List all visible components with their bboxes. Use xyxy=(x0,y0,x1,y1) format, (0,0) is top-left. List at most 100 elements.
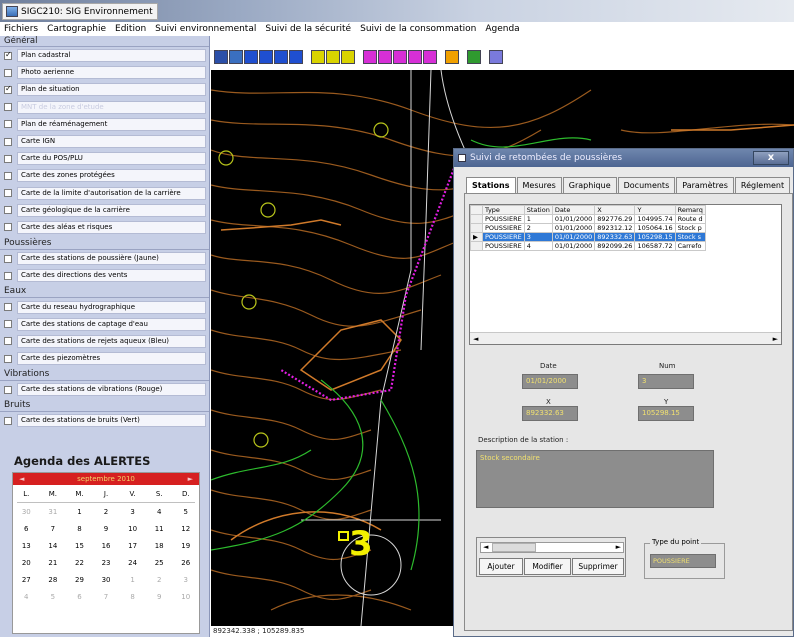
zoom-out-icon[interactable] xyxy=(274,50,288,64)
tab-5[interactable]: Réglement xyxy=(734,177,791,193)
layer-item-general-0[interactable]: Plan cadastral xyxy=(0,47,209,64)
layer-item-vibrations-0[interactable]: Carte des stations de vibrations (Rouge) xyxy=(0,381,209,398)
calendar-day[interactable]: 6 xyxy=(66,593,93,601)
layer-checkbox[interactable] xyxy=(4,206,12,215)
layer-item-eaux-2[interactable]: Carte des stations de rejets aqueux (Ble… xyxy=(0,333,209,350)
layer-item-general-7[interactable]: Carte des zones protégées xyxy=(0,167,209,184)
menu-suivi-consommation[interactable]: Suivi de la consommation xyxy=(360,24,476,34)
calendar-day[interactable]: 29 xyxy=(66,576,93,584)
table-row[interactable]: POUSSIERE 1 01/01/2000 892776.29 104995.74 Ro… xyxy=(470,214,706,224)
station-water-icon[interactable] xyxy=(378,50,392,64)
layer-item-bruits-0[interactable]: Carte des stations de bruits (Vert) xyxy=(0,412,209,429)
layer-item-general-1[interactable]: Photo aerienne xyxy=(0,64,209,81)
report-icon[interactable] xyxy=(467,50,481,64)
calendar-day[interactable]: 11 xyxy=(146,525,173,533)
layer-checkbox[interactable] xyxy=(4,171,12,180)
column-header[interactable]: Y xyxy=(634,205,676,215)
save-icon[interactable] xyxy=(214,50,228,64)
table-row[interactable]: POUSSIERE 4 01/01/2000 892099.26 106587.72 Ca… xyxy=(470,241,706,251)
pan-icon[interactable] xyxy=(289,50,303,64)
calendar-day[interactable]: 14 xyxy=(40,542,67,550)
menu-suivi-securite[interactable]: Suivi de la sécurité xyxy=(265,24,351,34)
layer-checkbox[interactable] xyxy=(4,223,12,232)
calendar-day[interactable]: 12 xyxy=(172,525,199,533)
station-other-icon[interactable] xyxy=(423,50,437,64)
x-field[interactable]: 892332.63 xyxy=(522,406,578,421)
calendar-day[interactable]: 4 xyxy=(13,593,40,601)
calendar-day[interactable]: 1 xyxy=(66,508,93,516)
date-field[interactable]: 01/01/2000 xyxy=(522,374,578,389)
scroll-left-icon[interactable]: ◄ xyxy=(483,543,488,551)
layer-item-poussieres-0[interactable]: Carte des stations de poussière (Jaune) xyxy=(0,250,209,267)
calendar-day[interactable]: 3 xyxy=(172,576,199,584)
select-icon[interactable] xyxy=(326,50,340,64)
calendar-day[interactable]: 17 xyxy=(119,542,146,550)
point-type-field[interactable]: POUSSIERE xyxy=(650,554,716,568)
identify-icon[interactable] xyxy=(311,50,325,64)
calendar-day[interactable]: 16 xyxy=(93,542,120,550)
calendar-day[interactable]: 10 xyxy=(172,593,199,601)
delete-button[interactable]: Supprimer xyxy=(572,558,624,575)
tab-2[interactable]: Graphique xyxy=(562,177,617,193)
print-icon[interactable] xyxy=(229,50,243,64)
calendar-day[interactable]: 24 xyxy=(119,559,146,567)
calendar-day[interactable]: 9 xyxy=(146,593,173,601)
layer-checkbox[interactable] xyxy=(4,271,12,280)
layer-item-general-3[interactable]: MNT de la zone d'etude xyxy=(0,99,209,116)
calendar-day[interactable]: 18 xyxy=(146,542,173,550)
scroll-left-icon[interactable]: ◄ xyxy=(473,335,478,343)
layer-item-poussieres-1[interactable]: Carte des directions des vents xyxy=(0,267,209,284)
layer-checkbox[interactable] xyxy=(4,320,12,329)
tab-0[interactable]: Stations xyxy=(466,177,516,193)
layer-checkbox[interactable] xyxy=(4,137,12,146)
calendar-day[interactable]: 9 xyxy=(93,525,120,533)
column-header[interactable]: Station xyxy=(523,205,553,215)
calendar-day[interactable]: 2 xyxy=(146,576,173,584)
tab-1[interactable]: Mesures xyxy=(516,177,562,193)
calendar-day[interactable]: 27 xyxy=(13,576,40,584)
layer-checkbox[interactable] xyxy=(4,154,12,163)
layer-item-general-9[interactable]: Carte géologique de la carrière xyxy=(0,202,209,219)
calendar-day[interactable]: 2 xyxy=(93,508,120,516)
station-noise-icon[interactable] xyxy=(408,50,422,64)
station-vibration-icon[interactable] xyxy=(393,50,407,64)
add-button[interactable]: Ajouter xyxy=(479,558,523,575)
calendar-day[interactable]: 28 xyxy=(40,576,67,584)
column-header[interactable]: Date xyxy=(551,205,596,215)
description-field[interactable]: Stock secondaire xyxy=(476,450,714,508)
record-scrollbar[interactable]: ◄ ► xyxy=(480,542,624,553)
scrollbar-thumb[interactable] xyxy=(492,543,536,552)
measure-icon[interactable] xyxy=(341,50,355,64)
modify-button[interactable]: Modifier xyxy=(524,558,571,575)
calendar-prev-button[interactable]: ◄ xyxy=(19,475,24,483)
menu-edition[interactable]: Edition xyxy=(115,24,146,34)
calendar-day[interactable]: 20 xyxy=(13,559,40,567)
calendar-day[interactable]: 30 xyxy=(13,508,40,516)
layer-item-general-2[interactable]: Plan de situation xyxy=(0,81,209,98)
calendar-day[interactable]: 22 xyxy=(66,559,93,567)
layer-checkbox[interactable] xyxy=(4,303,12,312)
calendar-day[interactable]: 1 xyxy=(119,576,146,584)
layer-checkbox[interactable] xyxy=(4,337,12,346)
dialog-title-bar[interactable]: Suivi de retombées de poussières x xyxy=(454,149,793,167)
calendar-next-button[interactable]: ► xyxy=(188,475,193,483)
close-button[interactable]: x xyxy=(753,151,789,165)
layer-item-general-8[interactable]: Carte de la limite d'autorisation de la … xyxy=(0,185,209,202)
layer-checkbox[interactable] xyxy=(4,385,12,394)
calendar-day[interactable]: 8 xyxy=(119,593,146,601)
layer-checkbox[interactable] xyxy=(4,50,12,60)
y-field[interactable]: 105298.15 xyxy=(638,406,694,421)
layer-checkbox[interactable] xyxy=(4,120,12,129)
layer-item-general-10[interactable]: Carte des aléas et risques xyxy=(0,219,209,236)
column-header[interactable]: Type xyxy=(482,205,525,215)
calendar-day[interactable]: 23 xyxy=(93,559,120,567)
station-dust-icon[interactable] xyxy=(363,50,377,64)
calendar-day[interactable]: 5 xyxy=(40,593,67,601)
menu-cartographie[interactable]: Cartographie xyxy=(47,24,106,34)
stations-grid[interactable]: Type Station Date X Y Remarq POUSSIERE 1 01/01/2… xyxy=(469,204,782,345)
menu-fichiers[interactable]: Fichiers xyxy=(4,24,38,34)
calendar-day[interactable]: 15 xyxy=(66,542,93,550)
scroll-right-icon[interactable]: ► xyxy=(773,335,778,343)
num-field[interactable]: 3 xyxy=(638,374,694,389)
layer-checkbox[interactable] xyxy=(4,68,12,77)
